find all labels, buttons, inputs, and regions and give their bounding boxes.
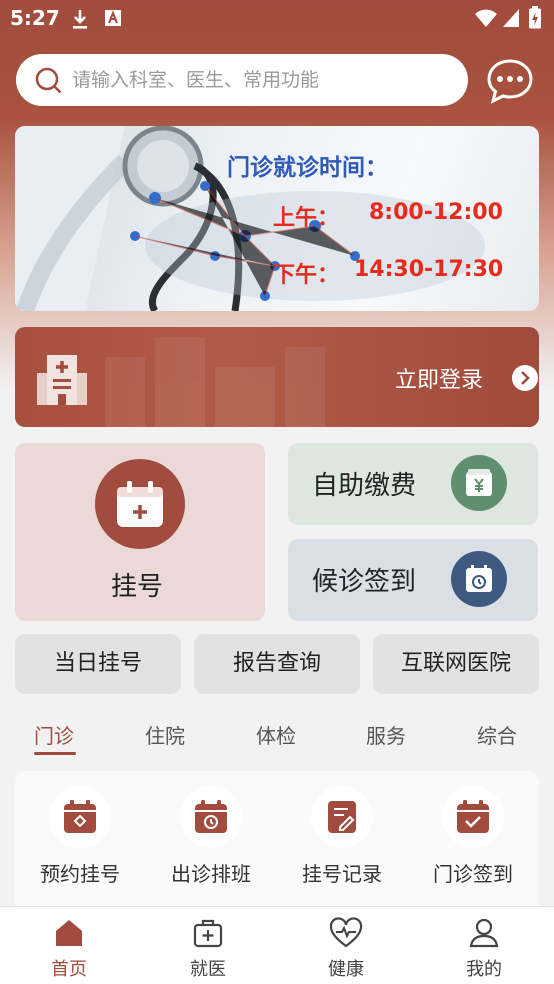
search-icon — [35, 67, 62, 94]
nav-home-label: 首页 — [51, 959, 87, 980]
nav-health[interactable]: 健康 — [306, 917, 386, 981]
banner-am-label: 上午： — [273, 206, 340, 231]
register-records-label: 挂号记录 — [302, 862, 382, 886]
calendar-check-icon — [442, 786, 504, 848]
nav-medical[interactable]: 就医 — [168, 917, 248, 981]
hours-banner[interactable]: 门诊就诊时间： 上午： 8:00-12:00 下午： 14:30-17:30 — [15, 126, 539, 311]
medical-kit-icon — [193, 919, 223, 948]
wifi-icon — [475, 9, 497, 27]
report-query-button[interactable]: 报告查询 — [194, 634, 360, 694]
checkin-wait-label: 候诊签到 — [312, 567, 417, 597]
self-pay-label: 自助缴费 — [312, 471, 417, 501]
register-label: 挂号 — [111, 572, 164, 602]
message-icon[interactable] — [486, 58, 534, 104]
nav-home[interactable]: 首页 — [29, 917, 109, 981]
register-records-item[interactable]: 挂号记录 — [287, 786, 397, 887]
outpatient-checkin-label: 门诊签到 — [433, 862, 513, 886]
doctor-schedule-label: 出诊排班 — [171, 862, 251, 886]
login-card[interactable]: 立即登录 — [15, 327, 539, 427]
cellular-signal-icon — [503, 9, 519, 27]
active-tab-indicator — [34, 752, 76, 755]
self-pay-card[interactable]: 自助缴费 — [288, 443, 538, 525]
nav-health-label: 健康 — [328, 959, 364, 980]
tab-inpatient[interactable]: 住院 — [145, 720, 185, 749]
calendar-plus-icon — [49, 786, 111, 848]
user-icon — [469, 918, 499, 948]
nav-mine-label: 我的 — [466, 959, 502, 980]
banner-title: 门诊就诊时间： — [227, 155, 388, 181]
register-card[interactable]: 挂号 — [15, 443, 265, 621]
chevron-right-icon — [512, 365, 538, 391]
banner-am-time: 8:00-12:00 — [369, 200, 503, 225]
internet-hospital-button[interactable]: 互联网医院 — [373, 634, 539, 694]
outpatient-checkin-item[interactable]: 门诊签到 — [418, 786, 528, 887]
heart-pulse-icon — [329, 917, 363, 948]
calendar-clock-icon — [451, 551, 507, 607]
status-time: 5:27 — [10, 6, 60, 30]
login-label: 立即登录 — [395, 368, 484, 393]
register-calendar-icon — [95, 459, 185, 549]
hospital-building-icon — [37, 355, 87, 405]
search-input[interactable] — [72, 64, 452, 96]
checkin-wait-card[interactable]: 候诊签到 — [288, 539, 538, 621]
home-icon — [56, 920, 82, 946]
search-bar[interactable] — [16, 54, 468, 106]
app-notification-icon — [105, 10, 121, 26]
banner-pm-label: 下午： — [273, 263, 340, 288]
tab-physical-exam[interactable]: 体检 — [256, 720, 296, 749]
tab-general[interactable]: 综合 — [477, 720, 517, 749]
doctor-schedule-item[interactable]: 出诊排班 — [156, 786, 266, 887]
status-bar: 5:27 — [0, 0, 554, 38]
appointment-register-label: 预约挂号 — [40, 862, 120, 886]
document-edit-icon — [311, 786, 373, 848]
wallet-yuan-icon — [451, 455, 507, 511]
download-icon — [73, 10, 87, 29]
banner-pm-time: 14:30-17:30 — [354, 257, 504, 282]
bottom-navigation: 首页 就医 健康 我的 — [0, 906, 554, 984]
appointment-register-item[interactable]: 预约挂号 — [25, 786, 135, 887]
battery-icon — [529, 6, 541, 29]
calendar-clock-icon — [180, 786, 242, 848]
category-tabs: 门诊 住院 体检 服务 综合 — [0, 712, 554, 758]
tab-outpatient[interactable]: 门诊 — [34, 720, 74, 749]
nav-mine[interactable]: 我的 — [444, 917, 524, 981]
tab-services[interactable]: 服务 — [366, 720, 406, 749]
nav-medical-label: 就医 — [190, 959, 226, 980]
same-day-register-button[interactable]: 当日挂号 — [15, 634, 181, 694]
